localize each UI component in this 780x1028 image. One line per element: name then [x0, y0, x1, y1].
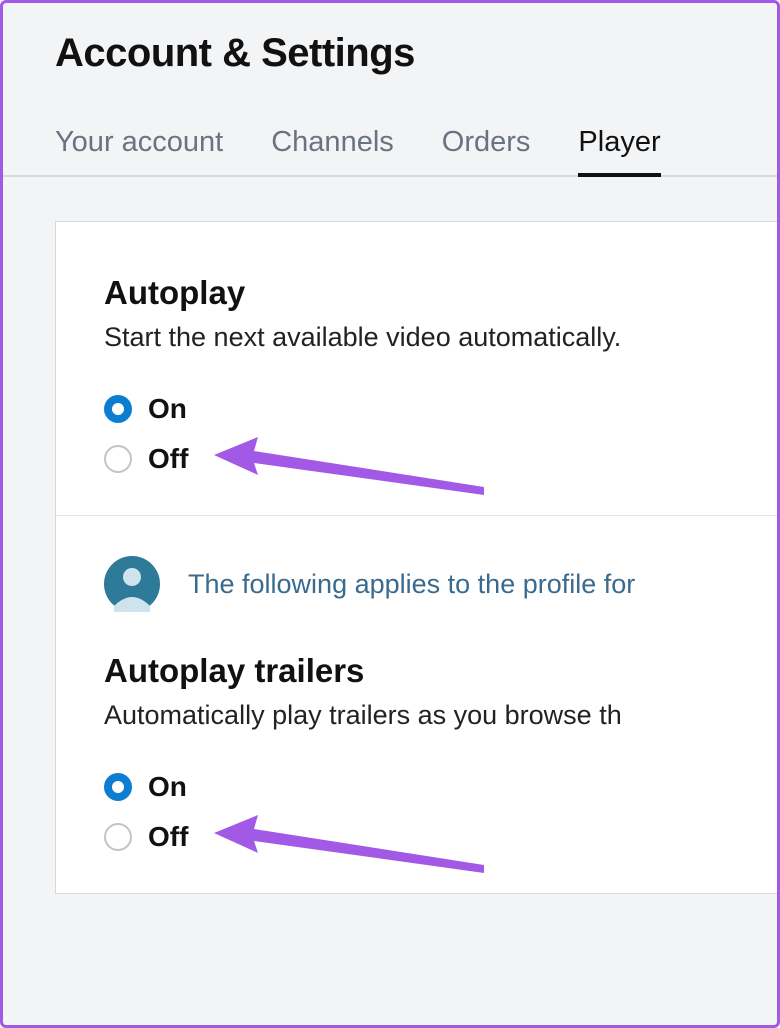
autoplay-trailers-off-radio[interactable]: Off: [104, 821, 780, 853]
tabs-nav: Your account Channels Orders Player: [3, 124, 777, 177]
autoplay-trailers-on-radio[interactable]: On: [104, 771, 780, 803]
autoplay-radio-group: On Off: [104, 393, 780, 475]
profile-banner: The following applies to the profile for: [56, 516, 780, 642]
avatar-icon: [104, 556, 160, 612]
player-settings-panel: Autoplay Start the next available video …: [55, 221, 780, 894]
autoplay-trailers-section: Autoplay trailers Automatically play tra…: [56, 642, 780, 893]
autoplay-section: Autoplay Start the next available video …: [56, 222, 780, 515]
tab-channels[interactable]: Channels: [271, 126, 394, 177]
autoplay-on-radio[interactable]: On: [104, 393, 780, 425]
profile-section: The following applies to the profile for…: [56, 515, 780, 893]
settings-frame: Account & Settings Your account Channels…: [0, 0, 780, 1028]
tab-player[interactable]: Player: [578, 126, 660, 177]
page-title: Account & Settings: [55, 31, 777, 76]
radio-label: Off: [148, 821, 188, 853]
radio-icon: [104, 395, 132, 423]
tab-orders[interactable]: Orders: [442, 126, 531, 177]
autoplay-description: Start the next available video automatic…: [104, 322, 780, 353]
radio-icon: [104, 445, 132, 473]
tab-your-account[interactable]: Your account: [55, 126, 223, 177]
autoplay-trailers-radio-group: On Off: [104, 771, 780, 853]
radio-label: On: [148, 771, 187, 803]
header: Account & Settings: [3, 3, 777, 76]
autoplay-trailers-description: Automatically play trailers as you brows…: [104, 700, 780, 731]
autoplay-trailers-title: Autoplay trailers: [104, 652, 780, 690]
autoplay-off-radio[interactable]: Off: [104, 443, 780, 475]
annotation-arrow-icon: [214, 815, 494, 885]
autoplay-title: Autoplay: [104, 274, 780, 312]
radio-icon: [104, 823, 132, 851]
annotation-arrow-icon: [214, 437, 494, 507]
profile-banner-text: The following applies to the profile for: [188, 569, 635, 600]
radio-icon: [104, 773, 132, 801]
radio-label: Off: [148, 443, 188, 475]
radio-label: On: [148, 393, 187, 425]
